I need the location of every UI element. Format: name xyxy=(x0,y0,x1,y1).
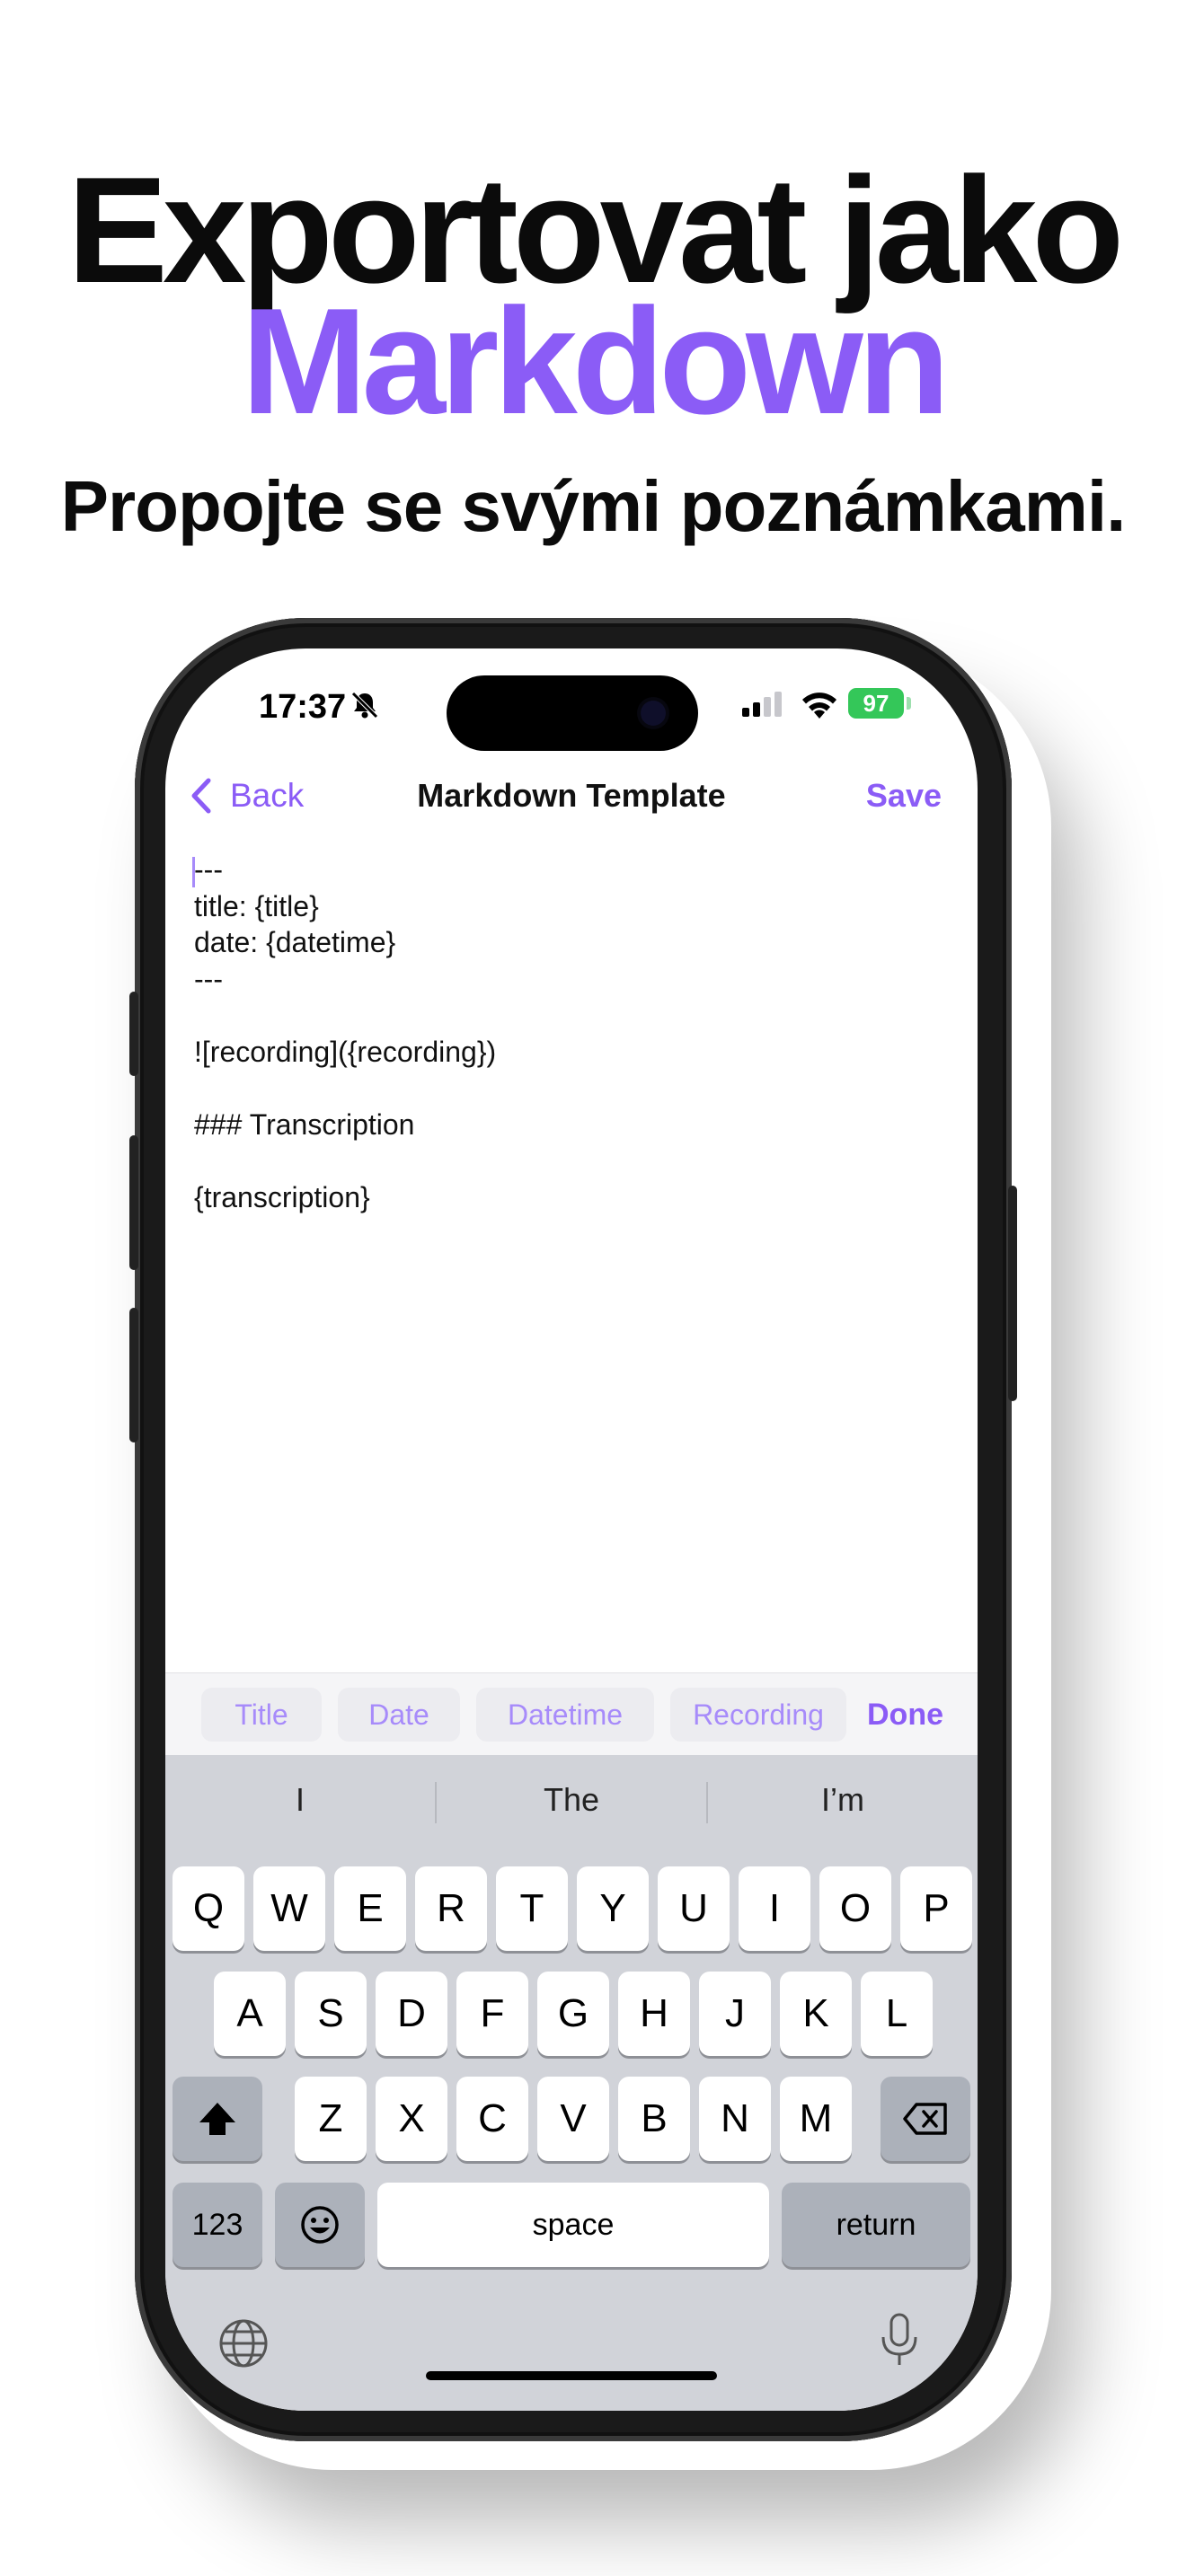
key-p[interactable]: P xyxy=(900,1866,972,1951)
key-m[interactable]: M xyxy=(780,2077,852,2161)
editor-line: title: {title} xyxy=(194,889,319,922)
emoji-icon xyxy=(301,2206,339,2244)
action-button xyxy=(129,992,138,1076)
key-b[interactable]: B xyxy=(618,2077,690,2161)
keyboard: I The I’m QWERTYUIOP ASDFGHJKL ZXCVBNM 1… xyxy=(165,1755,978,2411)
text-caret xyxy=(192,857,195,887)
suggestion-item[interactable]: I xyxy=(165,1755,435,1845)
suggestion-item[interactable]: The xyxy=(437,1755,706,1845)
page-title: Markdown Template xyxy=(417,777,726,814)
insert-toolbar: Title Date Datetime Recording Done xyxy=(165,1672,978,1756)
key-d[interactable]: D xyxy=(376,1972,447,2056)
bell-slash-icon xyxy=(351,692,378,719)
key-h[interactable]: H xyxy=(618,1972,690,2056)
volume-down-button xyxy=(129,1308,138,1442)
key-s[interactable]: S xyxy=(295,1972,367,2056)
editor-line: ![recording]({recording}) xyxy=(194,1035,497,1068)
key-u[interactable]: U xyxy=(658,1866,730,1951)
key-c[interactable]: C xyxy=(456,2077,528,2161)
volume-up-button xyxy=(129,1135,138,1270)
key-j[interactable]: J xyxy=(699,1972,771,2056)
dynamic-island xyxy=(447,675,698,751)
emoji-key[interactable] xyxy=(275,2183,365,2267)
home-indicator[interactable] xyxy=(426,2371,717,2380)
chip-recording[interactable]: Recording xyxy=(670,1688,846,1742)
globe-icon[interactable] xyxy=(217,2317,270,2369)
key-x[interactable]: X xyxy=(376,2077,447,2161)
key-g[interactable]: G xyxy=(537,1972,609,2056)
delete-key[interactable] xyxy=(881,2077,970,2161)
done-button[interactable]: Done xyxy=(867,1688,943,1742)
key-e[interactable]: E xyxy=(334,1866,406,1951)
shift-key[interactable] xyxy=(173,2077,262,2161)
key-t[interactable]: T xyxy=(496,1866,568,1951)
chip-date[interactable]: Date xyxy=(338,1688,460,1742)
key-l[interactable]: L xyxy=(861,1972,933,2056)
template-editor[interactable]: --- title: {title} date: {datetime} --- … xyxy=(192,851,949,1215)
key-r[interactable]: R xyxy=(415,1866,487,1951)
key-k[interactable]: K xyxy=(780,1972,852,2056)
chip-title[interactable]: Title xyxy=(201,1688,322,1742)
editor-line: date: {datetime} xyxy=(194,926,396,958)
key-q[interactable]: Q xyxy=(173,1866,244,1951)
editor-line: --- xyxy=(194,853,223,886)
microphone-icon[interactable] xyxy=(879,2312,920,2369)
delete-icon xyxy=(903,2103,947,2135)
key-o[interactable]: O xyxy=(819,1866,891,1951)
editor-line: {transcription} xyxy=(194,1180,370,1213)
phone-screen: 17:37 97 Back Markdown Template Save ---… xyxy=(165,648,978,2411)
key-z[interactable]: Z xyxy=(295,2077,367,2161)
headline-line-2: Markdown xyxy=(241,277,951,446)
suggestion-item[interactable]: I’m xyxy=(708,1755,978,1845)
key-y[interactable]: Y xyxy=(577,1866,649,1951)
key-n[interactable]: N xyxy=(699,2077,771,2161)
camera-icon xyxy=(641,701,666,726)
key-i[interactable]: I xyxy=(739,1866,810,1951)
editor-line: ### Transcription xyxy=(194,1107,415,1141)
power-button xyxy=(1008,1186,1017,1401)
wifi-icon xyxy=(802,693,836,719)
key-v[interactable]: V xyxy=(537,2077,609,2161)
shift-icon xyxy=(199,2103,235,2135)
signal-icon xyxy=(742,692,782,717)
subtitle: Propojte se svými poznámkami. xyxy=(60,466,1127,546)
chip-datetime[interactable]: Datetime xyxy=(476,1688,654,1742)
save-button[interactable]: Save xyxy=(866,769,942,823)
key-w[interactable]: W xyxy=(253,1866,325,1951)
key-f[interactable]: F xyxy=(456,1972,528,2056)
key-a[interactable]: A xyxy=(214,1972,286,2056)
return-key[interactable]: return xyxy=(782,2183,970,2267)
numbers-key[interactable]: 123 xyxy=(173,2183,262,2267)
space-key[interactable]: space xyxy=(377,2183,769,2267)
battery-charging-icon: 97 xyxy=(848,688,904,719)
battery-tip xyxy=(907,697,911,710)
status-time: 17:37 xyxy=(259,688,347,726)
editor-line: --- xyxy=(194,962,223,995)
